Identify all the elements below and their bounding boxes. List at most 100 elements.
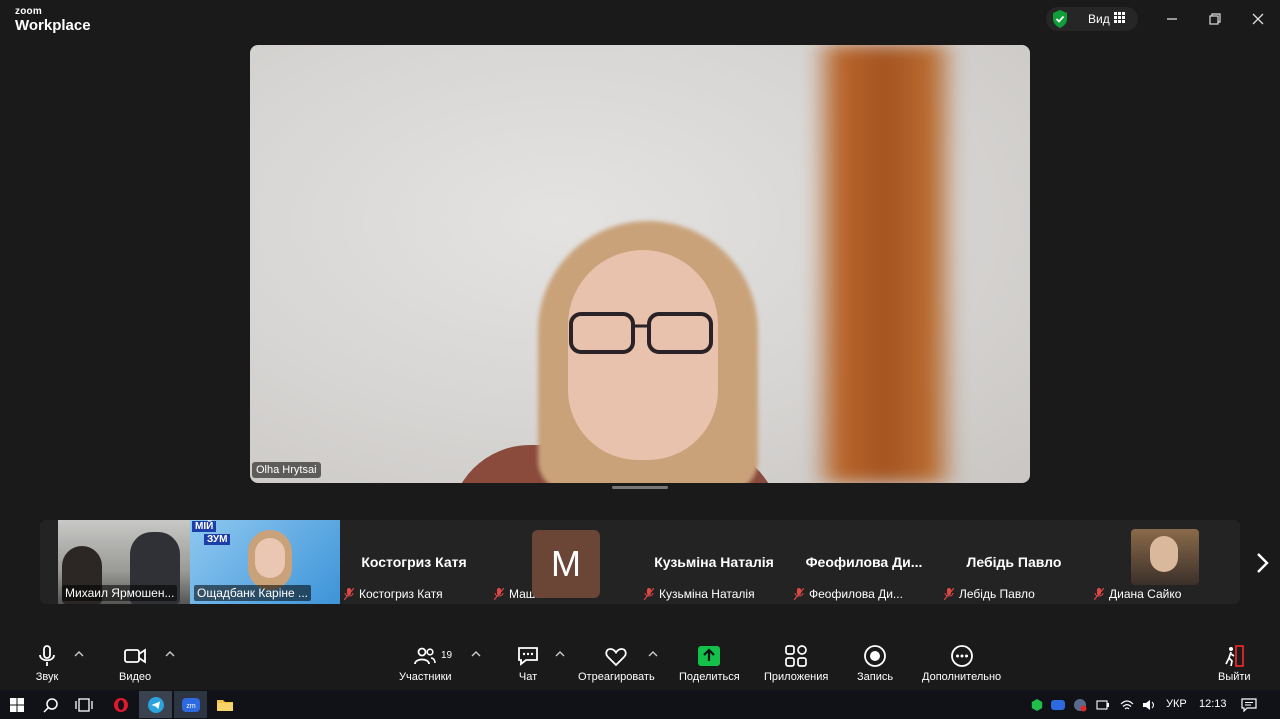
participant-status: Диана Сайко	[1094, 587, 1181, 601]
minimize-button[interactable]	[1158, 6, 1186, 32]
record-label: Запись	[857, 671, 894, 683]
video-label: Видео	[119, 671, 152, 683]
chevron-up-icon[interactable]	[74, 650, 84, 658]
chat-icon	[518, 647, 538, 666]
start-button[interactable]	[6, 691, 28, 718]
tray-app-green[interactable]	[1028, 691, 1046, 718]
participant-status: Кузьміна Наталія	[644, 587, 755, 601]
participant-name: Ощадбанк Каріне ...	[194, 585, 312, 601]
participant-name: Феофилова Ди...	[809, 587, 903, 601]
participant-status: Феофилова Ди...	[794, 587, 903, 601]
telegram-taskbar-button[interactable]	[139, 691, 172, 718]
person-face	[255, 538, 285, 578]
windows-logo-icon	[10, 697, 24, 712]
folder-icon	[217, 699, 233, 711]
logo-line2: Workplace	[15, 17, 91, 34]
participant-title: Лебідь Павло	[966, 554, 1062, 570]
participant-title: Кузьміна Наталія	[654, 554, 774, 570]
tray-zoom[interactable]	[1049, 691, 1067, 718]
explorer-taskbar-button[interactable]	[210, 691, 240, 718]
chevron-up-icon[interactable]	[165, 650, 175, 658]
participant-name: Диана Сайко	[1109, 587, 1182, 601]
mic-muted-icon	[644, 588, 654, 600]
participant-name: Кузьміна Наталія	[659, 587, 755, 601]
security-shield-icon	[1053, 10, 1067, 28]
participant-name: Михаил Ярмошен...	[62, 585, 178, 601]
speaker-volume-icon	[1143, 699, 1155, 710]
video-button[interactable]: Видео	[119, 644, 151, 683]
record-icon	[864, 645, 886, 667]
participant-tile[interactable]: Михаил Ярмошен...	[58, 520, 190, 604]
participants-count: 19	[441, 650, 453, 661]
share-screen-icon	[698, 646, 721, 666]
battery-icon	[1096, 699, 1109, 710]
restore-button[interactable]	[1201, 6, 1229, 32]
view-label[interactable]: Вид	[1088, 12, 1110, 26]
participant-tile[interactable]: Кузьміна Наталія Кузьміна Наталія	[640, 520, 788, 604]
participants-icon	[414, 647, 437, 665]
microphone-icon	[39, 645, 55, 666]
chevron-up-icon[interactable]	[555, 650, 565, 658]
participant-title: Феофилова Ди...	[805, 554, 923, 570]
search-icon	[43, 697, 58, 713]
mic-muted-icon	[1094, 588, 1104, 600]
zoom-app-icon: zm	[181, 697, 200, 712]
tray-wifi[interactable]	[1118, 691, 1136, 718]
react-label: Отреагировать	[578, 671, 655, 683]
task-view-button[interactable]	[73, 691, 95, 718]
next-page-arrow-icon[interactable]	[1252, 550, 1272, 576]
participant-tile[interactable]: МІЙ ЗУМ Ощадбанк Каріне ...	[190, 520, 340, 604]
more-button[interactable]: Дополнительно	[922, 644, 1001, 683]
tray-power[interactable]	[1094, 691, 1112, 718]
security-tray-icon	[1074, 698, 1087, 711]
system-clock[interactable]: 12:13	[1199, 698, 1227, 710]
zoom-taskbar-button[interactable]: zm	[174, 691, 207, 718]
opera-taskbar-button[interactable]	[108, 691, 134, 718]
apps-icon	[785, 645, 808, 667]
resize-handle[interactable]	[612, 486, 668, 489]
react-button[interactable]: Отреагировать	[578, 644, 655, 683]
avatar: M	[532, 530, 600, 598]
zoom-window: zoom Workplace Вид Olha Hrytsai Михаил Я…	[0, 0, 1280, 719]
restore-icon	[1209, 13, 1221, 25]
telegram-icon	[147, 696, 164, 713]
mic-muted-icon	[344, 588, 354, 600]
apps-button[interactable]: Приложения	[764, 644, 828, 683]
apps-label: Приложения	[764, 671, 829, 683]
zoom-tray-icon	[1051, 699, 1065, 710]
keyboard-language[interactable]: УКР	[1166, 698, 1187, 710]
record-button[interactable]: Запись	[857, 644, 893, 683]
tray-volume[interactable]	[1140, 691, 1158, 718]
chevron-up-icon[interactable]	[471, 650, 481, 658]
tray-security[interactable]	[1071, 691, 1089, 718]
mic-muted-icon	[944, 588, 954, 600]
heart-icon	[605, 648, 627, 667]
chat-label: Чат	[518, 671, 538, 683]
notifications-button[interactable]	[1239, 691, 1259, 718]
chat-button[interactable]: Чат	[516, 644, 540, 683]
share-screen-button[interactable]: Поделиться	[679, 644, 740, 683]
participants-label: Участники	[399, 671, 452, 683]
grid-view-icon[interactable]	[1114, 12, 1125, 23]
opera-icon	[114, 697, 128, 712]
leave-button[interactable]: Выйти	[1218, 644, 1251, 683]
active-speaker-video[interactable]	[250, 45, 1030, 483]
audio-button[interactable]: Звук	[35, 644, 59, 683]
participant-tile[interactable]: Феофилова Ди... Феофилова Ди...	[790, 520, 938, 604]
title-bar: zoom Workplace Вид	[0, 0, 1280, 40]
svg-text:zm: zm	[186, 703, 196, 710]
person-face	[1150, 536, 1178, 572]
more-label: Дополнительно	[922, 671, 1002, 683]
participant-tile[interactable]: Диана Сайко	[1090, 520, 1238, 604]
zoom-logo: zoom Workplace	[15, 7, 91, 34]
participant-status: Лебідь Павло	[944, 587, 1035, 601]
wifi-icon	[1120, 699, 1134, 709]
hexagon-app-icon	[1031, 698, 1043, 711]
chevron-up-icon[interactable]	[648, 650, 658, 658]
banner-text: МІЙ	[192, 521, 217, 532]
close-button[interactable]	[1244, 6, 1272, 32]
search-button[interactable]	[40, 691, 62, 718]
participant-tile[interactable]: Костогриз Катя Костогриз Катя	[340, 520, 488, 604]
participant-title: Костогриз Катя	[361, 554, 467, 570]
participant-tile[interactable]: Лебідь Павло Лебідь Павло	[940, 520, 1088, 604]
